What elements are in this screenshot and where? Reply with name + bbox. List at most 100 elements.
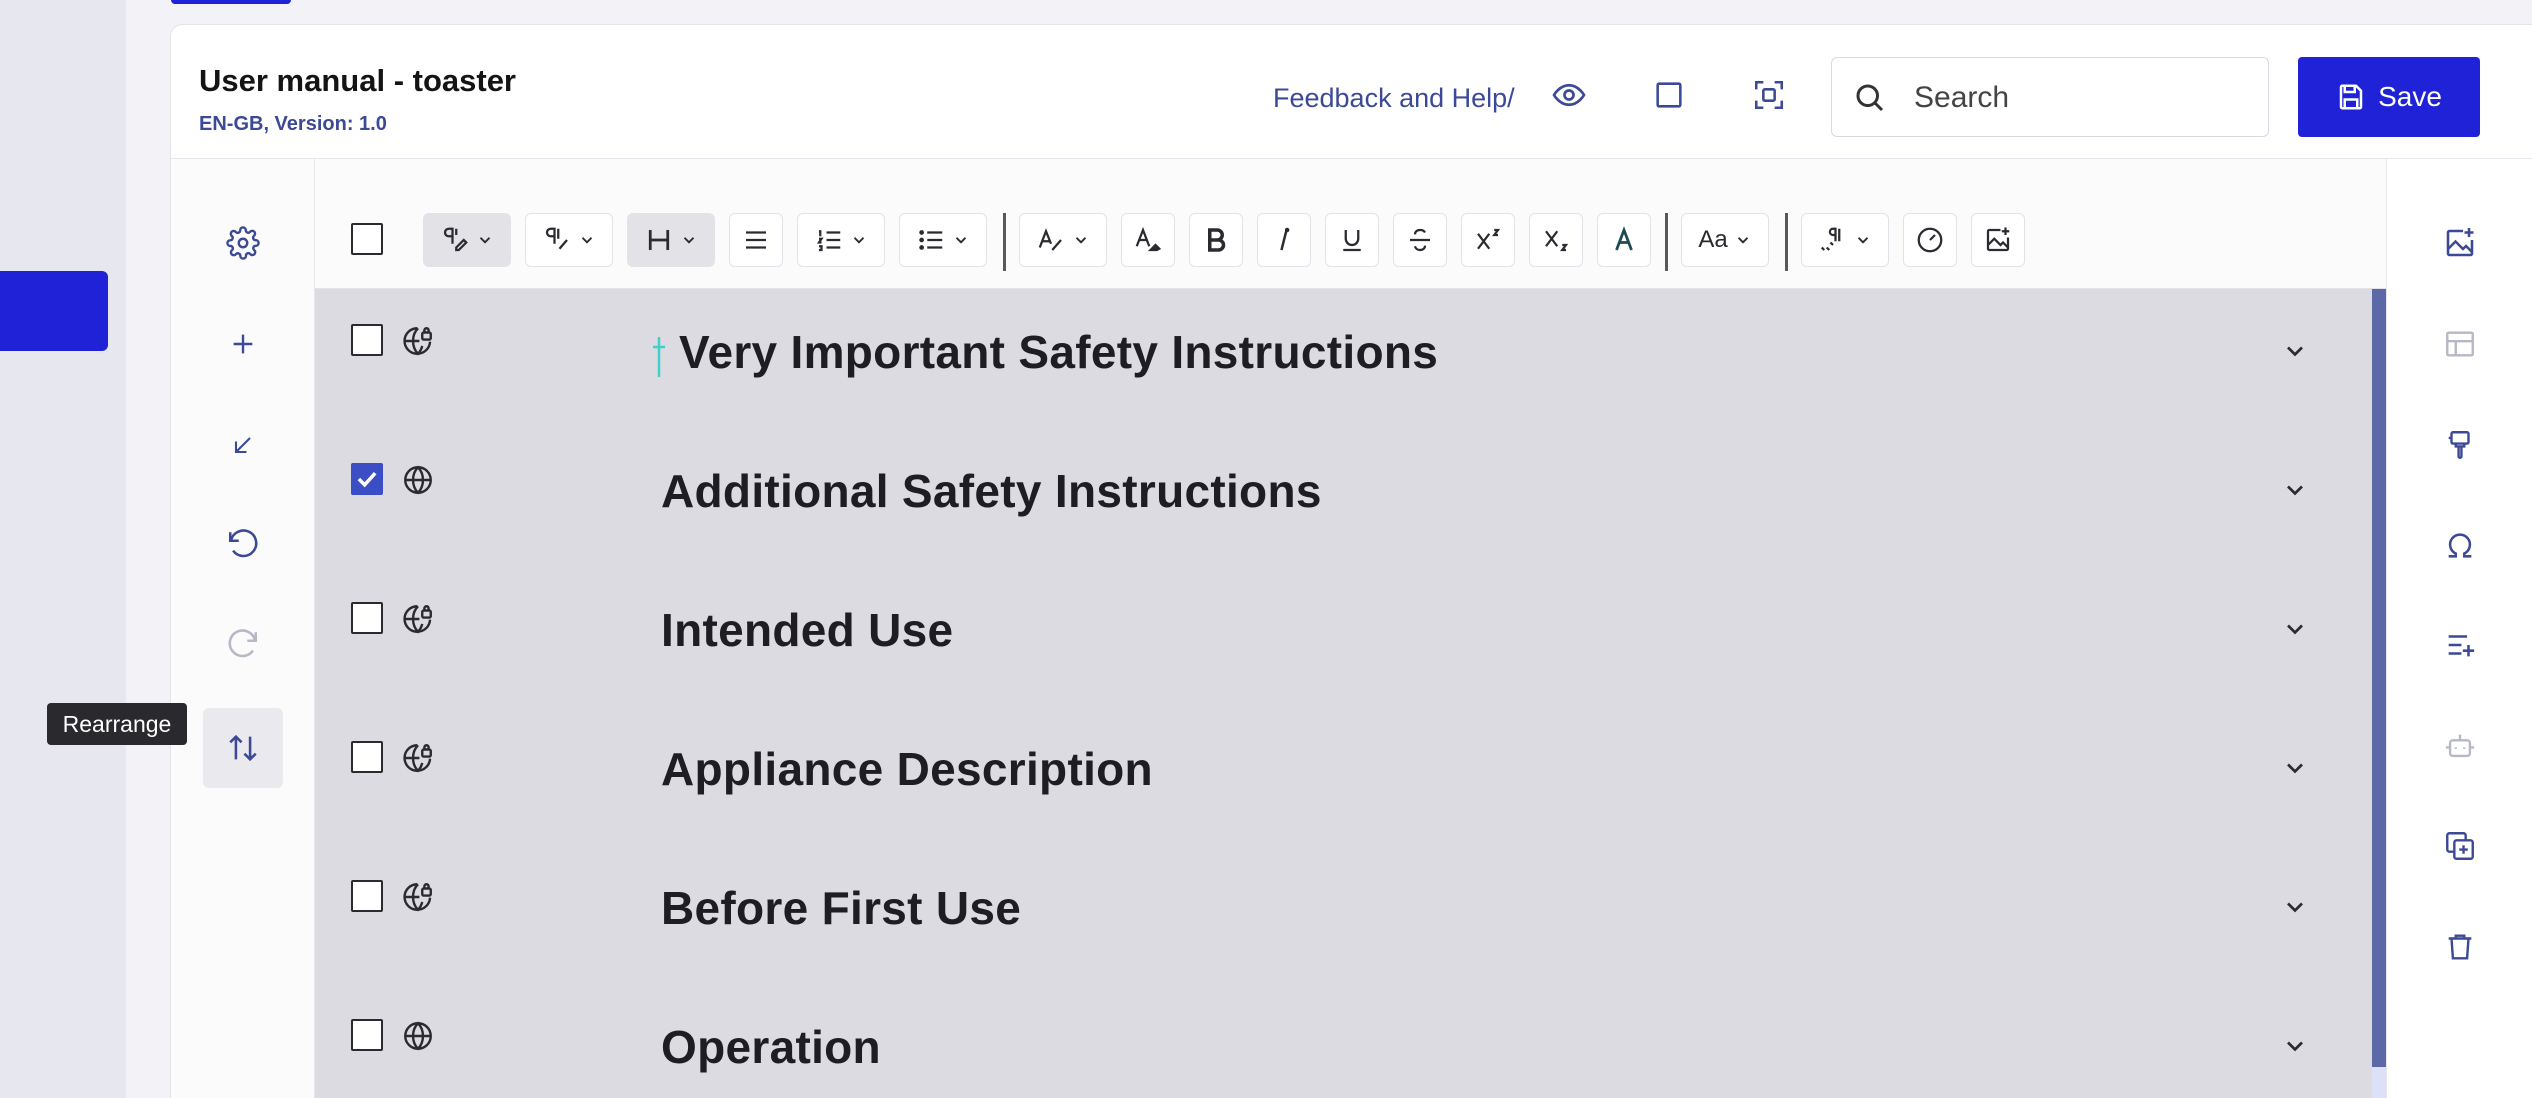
table-icon[interactable] (2438, 322, 2482, 366)
list-add-icon[interactable] (2438, 623, 2482, 667)
numbered-list-icon (814, 225, 844, 255)
insert-image-icon[interactable] (2438, 221, 2482, 265)
format-toolbar: Aa (315, 159, 2386, 289)
bold-button[interactable] (1189, 213, 1243, 267)
search-icon (1852, 80, 1888, 116)
section-row[interactable]: Appliance Description (315, 706, 2365, 845)
paragraph-style-dropdown[interactable] (423, 213, 511, 267)
chevron-down-icon (476, 231, 494, 249)
left-tool-column (171, 159, 315, 1098)
bold-icon (1201, 225, 1231, 255)
section-row[interactable]: Additional Safety Instructions (315, 428, 2365, 567)
section-title: Appliance Description (661, 743, 1153, 795)
section-checkbox[interactable] (351, 324, 383, 356)
text-color-button[interactable] (1597, 213, 1651, 267)
paragraph-edit-icon (542, 225, 572, 255)
subscript-icon (1541, 225, 1571, 255)
trash-icon[interactable] (2438, 925, 2482, 969)
settings-button[interactable] (203, 203, 283, 283)
section-title: Very Important Safety Instructions (679, 326, 1439, 378)
section-checkbox[interactable] (351, 741, 383, 773)
chevron-down-icon (850, 231, 868, 249)
square-toggle-icon[interactable] (1649, 75, 1689, 115)
underline-icon (1337, 225, 1367, 255)
rearrange-tooltip: Rearrange (47, 703, 187, 745)
robot-icon[interactable] (2438, 724, 2482, 768)
image-add-icon (1983, 225, 2013, 255)
bullet-list-icon (916, 225, 946, 255)
globe-lock-icon (401, 324, 435, 358)
section-row[interactable]: Intended Use (315, 567, 2365, 706)
add-button[interactable] (203, 304, 283, 384)
scrollbar-track[interactable] (2372, 1067, 2386, 1098)
strikethrough-icon (1405, 225, 1435, 255)
section-row[interactable]: Operation (315, 984, 2365, 1098)
section-checkbox[interactable] (351, 1019, 383, 1051)
undo-icon (226, 528, 260, 562)
section-checkbox[interactable] (351, 602, 383, 634)
text-style-dropdown[interactable] (1019, 213, 1107, 267)
bullet-list-dropdown[interactable] (899, 213, 987, 267)
chevron-down-icon[interactable] (2281, 476, 2309, 504)
redo-button[interactable] (203, 605, 283, 685)
plus-icon (227, 328, 259, 360)
underline-button[interactable] (1325, 213, 1379, 267)
sidebar-active-item[interactable] (0, 271, 108, 351)
superscript-button[interactable] (1461, 213, 1515, 267)
strikethrough-button[interactable] (1393, 213, 1447, 267)
chevron-down-icon (1854, 231, 1872, 249)
section-checkbox[interactable] (351, 880, 383, 912)
rearrange-button[interactable] (203, 708, 283, 788)
italic-button[interactable] (1257, 213, 1311, 267)
document-title: User manual - toaster (199, 63, 516, 98)
globe-lock-icon (401, 741, 435, 775)
feedback-link[interactable]: Feedback and Help/ (1273, 83, 1515, 114)
special-characters-dropdown[interactable] (1801, 213, 1889, 267)
chevron-down-icon (952, 231, 970, 249)
paragraph-format-dropdown[interactable] (525, 213, 613, 267)
save-button[interactable]: Save (2298, 57, 2480, 137)
search-input[interactable] (1914, 78, 2244, 118)
scrollbar-thumb[interactable] (2372, 289, 2386, 1067)
font-size-dropdown[interactable]: Aa (1681, 213, 1769, 267)
subscript-button[interactable] (1529, 213, 1583, 267)
chevron-down-icon (578, 231, 596, 249)
chevron-down-icon[interactable] (2281, 615, 2309, 643)
gauge-icon (1915, 225, 1945, 255)
chevron-down-icon[interactable] (2281, 893, 2309, 921)
duplicate-icon[interactable] (2438, 824, 2482, 868)
chevron-down-icon[interactable] (2281, 754, 2309, 782)
gear-icon (226, 226, 260, 260)
toolbar-separator (1785, 213, 1788, 271)
text-cursor-mark (653, 337, 665, 377)
select-all-checkbox[interactable] (351, 223, 383, 255)
chevron-down-icon[interactable] (2281, 337, 2309, 365)
italic-icon (1269, 225, 1299, 255)
align-justify-icon (741, 225, 771, 255)
insert-image-button[interactable] (1971, 213, 2025, 267)
section-row[interactable]: Very Important Safety Instructions (315, 289, 2365, 428)
globe-lock-icon (401, 880, 435, 914)
highlight-button[interactable] (1121, 213, 1175, 267)
omega-icon[interactable] (2438, 523, 2482, 567)
heading-dropdown[interactable] (627, 213, 715, 267)
brush-icon[interactable] (2438, 423, 2482, 467)
globe-icon (401, 463, 435, 497)
section-row[interactable]: Before First Use (315, 845, 2365, 984)
preview-eye-icon[interactable] (1549, 75, 1589, 115)
indent-button[interactable] (203, 405, 283, 485)
align-button[interactable] (729, 213, 783, 267)
top-tab-indicator (171, 0, 291, 4)
search-box[interactable] (1831, 57, 2269, 137)
heading-icon (644, 225, 674, 255)
section-checkbox[interactable] (351, 463, 383, 495)
fullscreen-focus-icon[interactable] (1749, 75, 1789, 115)
globe-icon (401, 1019, 435, 1053)
undo-button[interactable] (203, 505, 283, 585)
dashboard-button[interactable] (1903, 213, 1957, 267)
chevron-down-icon[interactable] (2281, 1032, 2309, 1060)
numbered-list-dropdown[interactable] (797, 213, 885, 267)
background-sidebar (0, 0, 126, 1098)
right-tool-column (2386, 159, 2532, 1098)
toolbar-separator (1003, 213, 1006, 271)
